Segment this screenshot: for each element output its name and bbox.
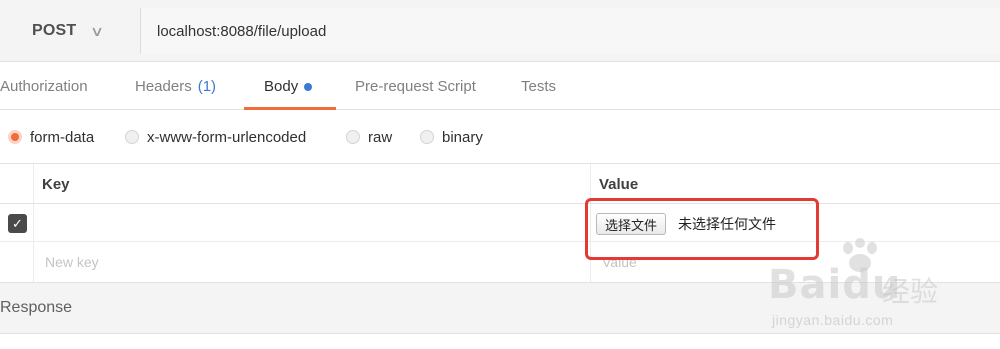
tab-label: Tests xyxy=(521,77,557,95)
request-url-bar: POST ∨ localhost:8088/file/upload xyxy=(0,0,1000,62)
radio-raw[interactable]: raw xyxy=(346,110,392,164)
new-key-input[interactable]: New key xyxy=(45,242,99,282)
key-column-header: Key xyxy=(42,175,70,193)
tab-headers[interactable]: Headers (1) xyxy=(135,62,216,110)
tab-body[interactable]: Body xyxy=(264,62,313,110)
url-input[interactable]: localhost:8088/file/upload xyxy=(140,8,1000,54)
body-indicator-dot xyxy=(304,82,313,91)
table-row-new: New key Value xyxy=(0,242,1000,282)
chevron-down-icon: ∨ xyxy=(90,22,105,39)
radio-binary[interactable]: binary xyxy=(420,110,483,164)
tab-label: Authorization xyxy=(0,77,88,95)
radio-label: x-www-form-urlencoded xyxy=(147,128,307,146)
row-enabled-checkbox[interactable]: ✓ xyxy=(8,214,27,233)
table-row: ✓ 选择文件 未选择任何文件 xyxy=(0,204,1000,242)
request-tabs: Authorization Headers (1) Body Pre-reque… xyxy=(0,62,1000,110)
radio-unchecked-icon xyxy=(420,130,434,144)
radio-unchecked-icon xyxy=(125,130,139,144)
headers-count-badge: (1) xyxy=(197,77,217,95)
check-icon: ✓ xyxy=(12,215,23,231)
method-select[interactable]: POST ∨ xyxy=(0,8,140,54)
radio-label: raw xyxy=(368,128,393,146)
table-header: Key Value xyxy=(0,164,1000,204)
response-section[interactable]: Response xyxy=(0,282,1000,334)
bottom-strip xyxy=(0,334,1000,349)
annotation-highlight-box xyxy=(585,198,819,260)
radio-x-www-form-urlencoded[interactable]: x-www-form-urlencoded xyxy=(125,110,306,164)
radio-form-data[interactable]: form-data xyxy=(8,110,94,164)
method-label: POST xyxy=(32,22,77,39)
radio-checked-icon xyxy=(8,130,22,144)
response-label: Response xyxy=(0,299,73,316)
radio-unchecked-icon xyxy=(346,130,360,144)
tab-label: Pre-request Script xyxy=(355,77,476,95)
radio-label: binary xyxy=(442,128,483,146)
tab-label: Headers xyxy=(135,77,192,95)
tab-label: Body xyxy=(264,77,299,95)
body-type-radio-group: form-data x-www-form-urlencoded raw bina… xyxy=(0,110,1000,164)
tab-authorization[interactable]: Authorization xyxy=(0,62,88,110)
tab-pre-request-script[interactable]: Pre-request Script xyxy=(355,62,476,110)
radio-label: form-data xyxy=(30,128,95,146)
tab-tests[interactable]: Tests xyxy=(521,62,556,110)
form-data-table: Key Value ✓ 选择文件 未选择任何文件 New key Value xyxy=(0,164,1000,282)
